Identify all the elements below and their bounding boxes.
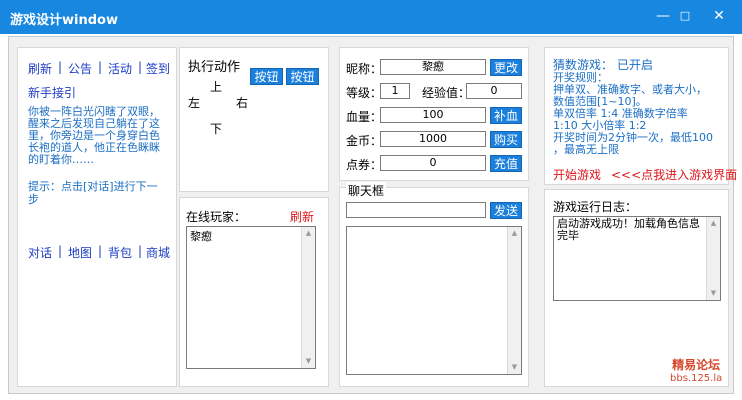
action-button-2[interactable]: 按钮 xyxy=(286,68,319,85)
scroll-down-icon[interactable]: ▼ xyxy=(508,361,521,374)
chat-history[interactable]: ▲ ▼ xyxy=(346,226,522,375)
log-line: 启动游戏成功！加载角色信息 xyxy=(557,217,700,230)
nickname-label: 昵称： xyxy=(346,62,383,76)
enter-game-link[interactable]: <<<点我进入游戏界面 xyxy=(611,166,737,183)
gold-label: 金币： xyxy=(346,134,383,148)
nav-map-link[interactable]: 地图 xyxy=(68,244,92,261)
nav-separator: | xyxy=(58,244,63,258)
game-info-panel: 猜数游戏： 已开启 开奖规则： 押单双、准确数字、或者大小， 数值范围[1~10… xyxy=(544,47,737,185)
left-content: 刷新 | 公告 | 活动 | 签到 新手接引 你被一阵白光闪瞎了双眼， 醒来之后… xyxy=(18,48,178,388)
watermark-url: bbs.125.la xyxy=(670,373,723,384)
watermark-title: 精易论坛 xyxy=(672,358,721,372)
chat-input[interactable] xyxy=(346,202,486,218)
scroll-up-icon[interactable]: ▲ xyxy=(302,227,315,240)
online-player-list[interactable]: 黎瘛 ▲ ▼ xyxy=(186,226,316,369)
nav-separator: | xyxy=(58,60,63,74)
player-item[interactable]: 黎瘛 xyxy=(187,227,315,245)
buy-button[interactable]: 购买 xyxy=(490,131,522,148)
change-nickname-button[interactable]: 更改 xyxy=(490,59,522,76)
maximize-button[interactable]: □ xyxy=(672,4,698,28)
action-title: 执行动作 xyxy=(188,60,241,75)
exp-field[interactable]: 0 xyxy=(466,83,522,99)
nav-dialog-link[interactable]: 对话 xyxy=(28,244,52,261)
action-panel: 执行动作 上 左 右 下 按钮 按钮 xyxy=(179,47,329,192)
left-panel: 刷新 | 公告 | 活动 | 签到 新手接引 你被一阵白光闪瞎了双眼， 醒来之后… xyxy=(17,47,177,387)
chat-title: 聊天框 xyxy=(346,182,387,199)
title-bar: 游戏设计window — □ ✕ xyxy=(0,0,742,34)
exp-label: 经验值： xyxy=(422,86,471,100)
move-down-label[interactable]: 下 xyxy=(210,120,222,137)
move-left-label[interactable]: 左 xyxy=(188,94,200,111)
scroll-up-icon[interactable]: ▲ xyxy=(707,217,720,230)
window-title: 游戏设计window xyxy=(10,13,118,28)
log-output[interactable]: 启动游戏成功！加载角色信息 完毕 ▲ ▼ xyxy=(553,216,721,301)
nav-separator: | xyxy=(138,60,143,74)
recharge-button[interactable]: 充值 xyxy=(490,155,522,172)
guide-title: 新手接引 xyxy=(28,86,77,100)
nickname-field[interactable]: 黎瘛 xyxy=(380,59,486,75)
nav-separator: | xyxy=(98,60,103,74)
story-text: 你被一阵白光闪瞎了双眼， 醒来之后发现自己躺在了这 里，你旁边是一个身穿白色 长… xyxy=(28,106,178,166)
heal-button[interactable]: 补血 xyxy=(490,107,522,124)
hint-text: 提示：点击[对话]进行下一 步 xyxy=(28,180,178,206)
online-refresh-link[interactable]: 刷新 xyxy=(290,208,314,225)
log-title: 游戏运行日志： xyxy=(553,200,638,214)
hp-field[interactable]: 100 xyxy=(380,107,486,123)
log-text: 启动游戏成功！加载角色信息 完毕 xyxy=(554,217,720,243)
hint-line: 步 xyxy=(28,193,39,206)
nav-checkin-link[interactable]: 签到 xyxy=(146,60,170,77)
forum-watermark: 精易论坛 bbs.125.la xyxy=(670,356,722,384)
scrollbar[interactable]: ▲ ▼ xyxy=(706,217,720,300)
gold-field[interactable]: 1000 xyxy=(380,131,486,147)
nav-shop-link[interactable]: 商城 xyxy=(146,244,170,261)
scroll-up-icon[interactable]: ▲ xyxy=(508,227,521,240)
scroll-down-icon[interactable]: ▼ xyxy=(707,287,720,300)
rules-line: ，最高无上限 xyxy=(553,143,619,156)
nav-separator: | xyxy=(138,244,143,258)
move-right-label[interactable]: 右 xyxy=(236,94,248,111)
hp-label: 血量： xyxy=(346,110,383,124)
points-field[interactable]: 0 xyxy=(380,155,486,171)
points-label: 点券： xyxy=(346,158,383,172)
scrollbar[interactable]: ▲ ▼ xyxy=(507,227,521,374)
chat-panel: 聊天框 发送 ▲ ▼ xyxy=(339,182,529,387)
nav-notice-link[interactable]: 公告 xyxy=(68,60,92,77)
rules-text: 开奖规则： 押单双、准确数字、或者大小， 数值范围[1~10]。 单双倍率 1:… xyxy=(553,72,729,156)
nav-bag-link[interactable]: 背包 xyxy=(108,244,132,261)
log-line: 完毕 xyxy=(557,229,579,242)
story-line: 的盯着你…… xyxy=(28,153,94,166)
close-button[interactable]: ✕ xyxy=(706,4,732,28)
log-panel: 游戏运行日志： 启动游戏成功！加载角色信息 完毕 ▲ ▼ 精易论坛 bbs.12… xyxy=(544,189,729,387)
action-button-1[interactable]: 按钮 xyxy=(250,68,283,85)
hint-line: 提示：点击[对话]进行下一 xyxy=(28,180,158,193)
guess-game-status: 已开启 xyxy=(617,58,654,72)
start-game-link[interactable]: 开始游戏 xyxy=(553,166,601,183)
level-label: 等级： xyxy=(346,86,383,100)
level-field[interactable]: 1 xyxy=(380,83,410,99)
nav-activity-link[interactable]: 活动 xyxy=(108,60,132,77)
send-button[interactable]: 发送 xyxy=(490,202,522,219)
scroll-down-icon[interactable]: ▼ xyxy=(302,355,315,368)
move-up-label[interactable]: 上 xyxy=(210,78,222,95)
online-title: 在线玩家： xyxy=(186,210,247,224)
nav-refresh-link[interactable]: 刷新 xyxy=(28,60,52,77)
online-panel: 在线玩家： 刷新 黎瘛 ▲ ▼ xyxy=(179,197,329,387)
stats-panel: 昵称： 黎瘛 更改 等级： 1 经验值： 0 血量： 100 补血 金币： 10… xyxy=(339,47,529,181)
nav-separator: | xyxy=(98,244,103,258)
client-area: 刷新 | 公告 | 活动 | 签到 新手接引 你被一阵白光闪瞎了双眼， 醒来之后… xyxy=(8,36,737,394)
scrollbar[interactable]: ▲ ▼ xyxy=(301,227,315,368)
